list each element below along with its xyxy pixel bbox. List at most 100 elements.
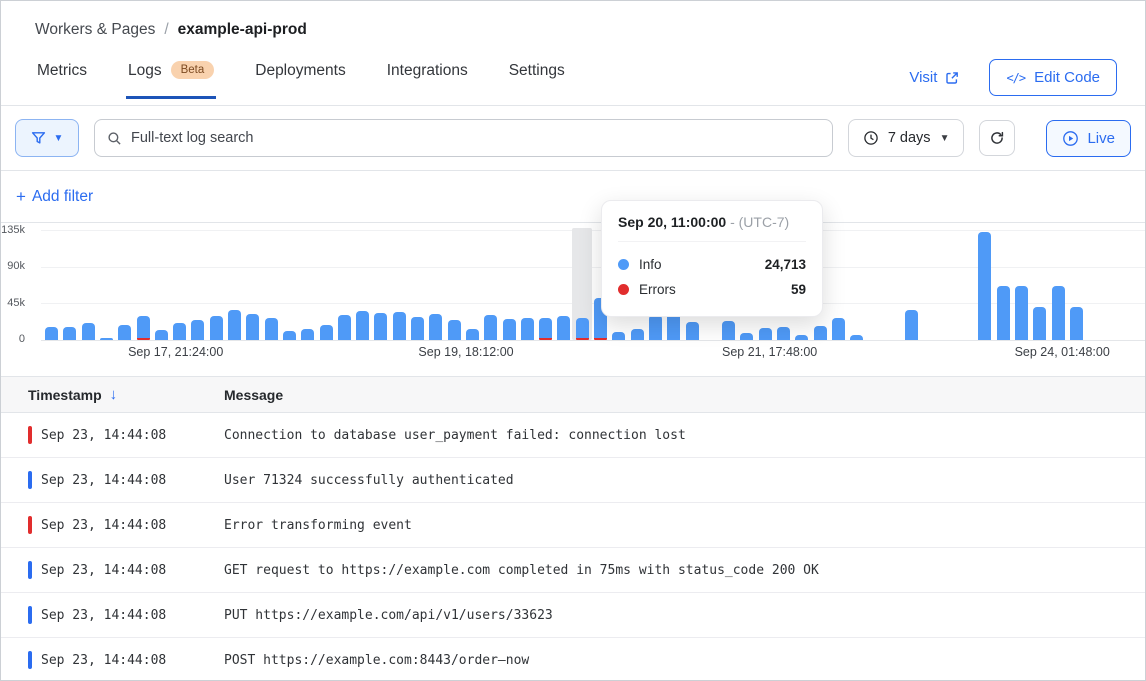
chart-bar[interactable] [978,232,991,340]
search-input[interactable] [131,130,820,146]
log-level-indicator [28,561,32,579]
log-level-indicator [28,606,32,624]
log-toolbar: ▼ 7 days ▼ [1,106,1145,171]
chart-bar[interactable] [466,329,479,340]
chart-bar[interactable] [301,329,314,340]
tab-logs[interactable]: Logs Beta [126,62,216,99]
chart-bar[interactable] [484,315,497,340]
chart-bar[interactable] [1070,307,1083,340]
info-bar-segment [539,318,552,338]
table-row[interactable]: Sep 23, 14:44:08 User 71324 successfully… [1,458,1145,503]
tooltip-row-info: Info 24,713 [618,252,806,277]
x-axis-tick: Sep 21, 17:48:00 [722,345,817,359]
sort-descending-icon[interactable]: ↓ [110,386,118,403]
chart-bar[interactable] [320,325,333,340]
chart-bar[interactable] [649,315,662,340]
info-bar-segment [503,319,516,340]
info-bar-segment [63,327,76,340]
x-axis-tick: Sep 17, 21:24:00 [128,345,223,359]
chart-bar[interactable] [265,318,278,340]
chart-bar[interactable] [137,316,150,340]
chart-bar[interactable] [1033,307,1046,340]
tab-metrics[interactable]: Metrics [35,62,89,99]
tab-settings[interactable]: Settings [507,62,567,99]
chevron-down-icon: ▼ [54,133,64,144]
chart-bar[interactable] [759,328,772,340]
table-row[interactable]: Sep 23, 14:44:08 Connection to database … [1,413,1145,458]
breadcrumb: Workers & Pages / example-api-prod [35,21,1111,39]
chart-bar[interactable] [1015,286,1028,340]
chart-bar[interactable] [722,321,735,340]
chart-bar[interactable] [45,327,58,340]
chart-bar[interactable] [686,322,699,340]
breadcrumb-separator: / [164,21,168,39]
log-search[interactable] [94,119,833,157]
log-table-header: Timestamp ↓ Message [1,376,1145,413]
filter-funnel-icon [31,131,46,146]
chart-bar[interactable] [338,315,351,340]
info-bar-segment [1070,307,1083,340]
chart-bar[interactable] [905,310,918,340]
chart-bar[interactable] [832,318,845,340]
chart-bar[interactable] [448,320,461,340]
chart-bar[interactable] [155,330,168,340]
filter-menu-button[interactable]: ▼ [15,119,79,157]
chart-bar[interactable] [173,323,186,340]
chart-bar[interactable] [576,318,589,340]
chart-bar[interactable] [118,325,131,340]
chart-bar[interactable] [411,317,424,340]
chart-bar[interactable] [228,310,241,340]
chart-bar[interactable] [100,338,113,340]
add-filter-button[interactable]: + Add filter [16,187,93,207]
timestamp-column-header[interactable]: Timestamp [28,387,102,403]
chart-bar[interactable] [631,329,644,340]
live-button[interactable]: Live [1046,120,1131,157]
chart-bar[interactable] [521,318,534,340]
log-level-indicator [28,426,32,444]
chart-bar[interactable] [374,313,387,340]
chart-bar[interactable] [612,332,625,340]
chart-bar[interactable] [539,318,552,340]
chart-bar[interactable] [503,319,516,340]
chart-bar[interactable] [246,314,259,340]
chart-bar[interactable] [210,316,223,340]
chart-bar[interactable] [997,286,1010,340]
chart-bar[interactable] [283,331,296,340]
info-bar-segment [210,316,223,340]
chart-bar[interactable] [777,327,790,340]
chart-bar[interactable] [814,326,827,340]
info-bar-segment [740,333,753,340]
chart-bar[interactable] [795,335,808,340]
tab-integrations[interactable]: Integrations [385,62,470,99]
chart-plot[interactable]: Sep 17, 21:24:00 Sep 19, 18:12:00 Sep 21… [41,230,1145,340]
breadcrumb-section-link[interactable]: Workers & Pages [35,21,155,39]
visit-link[interactable]: Visit [909,69,959,86]
chart-bar[interactable] [63,327,76,340]
page-header: Workers & Pages / example-api-prod Metri… [1,1,1145,106]
chart-bar[interactable] [557,316,570,340]
chart-bar[interactable] [393,312,406,340]
info-bar-segment [649,315,662,340]
info-bar-segment [137,316,150,338]
chart-bar[interactable] [740,333,753,340]
table-row[interactable]: Sep 23, 14:44:08 PUT https://example.com… [1,593,1145,638]
chart-bar[interactable] [1052,286,1065,340]
info-bar-segment [832,318,845,340]
chart-bar[interactable] [429,314,442,340]
chart-bar[interactable] [82,323,95,340]
table-row[interactable]: Sep 23, 14:44:08 GET request to https://… [1,548,1145,593]
chart-bar[interactable] [191,320,204,340]
chart-bar[interactable] [850,335,863,340]
info-series-value: 24,713 [765,257,806,272]
table-row[interactable]: Sep 23, 14:44:08 POST https://example.co… [1,638,1145,681]
time-range-select[interactable]: 7 days ▼ [848,119,965,157]
info-bar-segment [45,327,58,340]
time-range-value: 7 days [888,130,931,146]
edit-code-button[interactable]: </> Edit Code [989,59,1117,96]
table-row[interactable]: Sep 23, 14:44:08 Error transforming even… [1,503,1145,548]
log-level-indicator [28,516,32,534]
refresh-button[interactable] [979,120,1015,156]
chart-bar[interactable] [356,311,369,340]
tab-deployments[interactable]: Deployments [253,62,347,99]
info-bar-segment [631,329,644,340]
